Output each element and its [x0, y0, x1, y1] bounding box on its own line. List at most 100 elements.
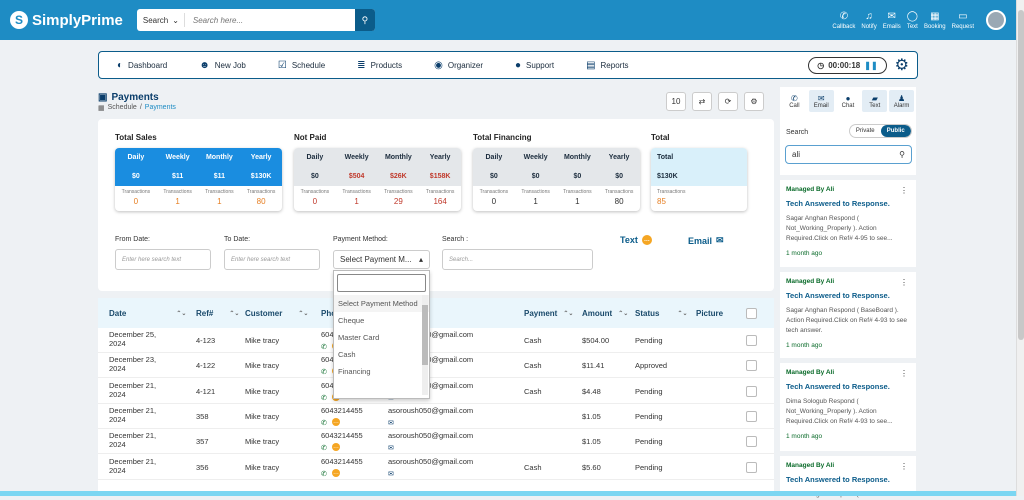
nav-support[interactable]: ● Support — [515, 60, 554, 71]
option-financing[interactable]: Financing — [334, 363, 429, 380]
mail-icon[interactable]: ✉ — [388, 444, 394, 452]
table-row[interactable]: December 21, 2024 358 Mike tracy 6043214455… — [98, 404, 774, 429]
notify-button[interactable]: ♫ Notify — [861, 12, 876, 31]
nav-dashboard[interactable]: ◐ Dashboard — [117, 60, 167, 71]
payment-method-select[interactable]: Select Payment M... ▴ — [333, 250, 430, 269]
select-all-checkbox[interactable] — [746, 308, 757, 319]
toggle-public[interactable]: Public — [880, 125, 911, 137]
cell-date: December 23, 2024 — [109, 355, 157, 374]
feed-item[interactable]: Managed By Ali ⋮ Tech Answered to Respon… — [780, 358, 916, 449]
tab-call[interactable]: ✆ Call — [782, 90, 807, 112]
phone-icon[interactable]: ✆ — [321, 419, 327, 427]
more-icon[interactable]: ⋮ — [900, 369, 908, 378]
cell-status: Pending — [635, 437, 663, 447]
session-timer[interactable]: ◷ 00:00:18 ❚❚ — [808, 56, 887, 74]
crumb-schedule[interactable]: Schedule — [108, 104, 137, 112]
row-checkbox[interactable] — [746, 461, 757, 473]
phone-icon[interactable]: ✆ — [321, 394, 327, 402]
page-size-button[interactable]: 10 — [666, 92, 686, 111]
nav-products[interactable]: ≣ Products — [357, 60, 402, 71]
dropdown-filter-input[interactable] — [337, 274, 426, 292]
row-checkbox[interactable] — [746, 385, 757, 397]
row-checkbox[interactable] — [746, 360, 757, 372]
brand-logo[interactable]: S SimplyPrime — [10, 11, 123, 29]
row-checkbox[interactable] — [746, 335, 757, 346]
phone-icon[interactable]: ✆ — [321, 343, 327, 351]
val-weekly: $504 — [348, 172, 365, 180]
settings-gear-icon[interactable]: ⚙ — [895, 55, 909, 75]
dropdown-scroll-thumb[interactable] — [422, 305, 428, 365]
table-row[interactable]: December 21, 2024 356 Mike tracy 6043214455… — [98, 455, 774, 480]
calendar-icon: ▦ — [930, 11, 940, 22]
col-payment[interactable]: Payment ⌃⌄ — [524, 309, 573, 318]
global-search-input[interactable] — [184, 15, 355, 25]
table-row[interactable]: December 21, 2024 357 Mike tracy 6043214455… — [98, 429, 774, 455]
toggle-private[interactable]: Private — [850, 125, 881, 137]
text-button[interactable]: ◯ Text — [907, 12, 918, 31]
option-select[interactable]: Select Payment Method — [334, 295, 429, 312]
more-icon[interactable]: ⋮ — [900, 186, 908, 195]
text-link[interactable]: Text… — [620, 235, 652, 245]
col-status[interactable]: Status ⌃⌄ — [635, 309, 688, 318]
more-icon[interactable]: ⋮ — [900, 278, 908, 287]
table-row[interactable]: December 25, 20244-123Mike tracy60432144… — [98, 328, 774, 353]
search-button[interactable]: ⚲ — [354, 9, 375, 31]
row-checkbox[interactable] — [746, 436, 757, 448]
refresh-icon: ⟳ — [724, 97, 732, 106]
search-icon[interactable]: ⚲ — [899, 150, 905, 159]
phone-icon[interactable]: ✆ — [321, 470, 327, 478]
col-ref[interactable]: Ref# ⌃⌄ — [196, 309, 239, 318]
right-search-input[interactable]: ali ⚲ — [785, 145, 912, 164]
scrollbar-thumb[interactable] — [1018, 10, 1024, 340]
nav-new-job[interactable]: ☻ New Job — [199, 60, 246, 71]
feed-item[interactable]: Managed By Ali ⋮ Tech Answered to Respon… — [780, 267, 916, 358]
emails-button[interactable]: ✉ Emails — [883, 12, 901, 31]
nav-reports[interactable]: ▤ Reports — [586, 60, 628, 71]
tab-chat[interactable]: ● Chat — [836, 90, 861, 112]
to-date-input[interactable]: Enter here search text — [224, 249, 320, 270]
sort-icon: ⌃⌄ — [563, 311, 574, 317]
nav-label: Dashboard — [128, 60, 168, 70]
col-amount[interactable]: Amount ⌃⌄ — [582, 309, 628, 318]
total-sales-panel: Daily Weekly Monthly Yearly $0 $11 $11 $130K T… — [115, 148, 282, 211]
mail-icon[interactable]: ✉ — [388, 419, 394, 427]
email-link[interactable]: Email ✉ — [688, 235, 724, 246]
dropdown-scrollbar[interactable] — [422, 295, 428, 395]
option-master-card[interactable]: Master Card — [334, 329, 429, 346]
cell-status: Pending — [635, 336, 663, 345]
phone-icon[interactable]: ✆ — [321, 444, 327, 452]
option-cheque[interactable]: Cheque — [334, 312, 429, 329]
booking-button[interactable]: ▦ Booking — [924, 11, 946, 31]
table-search-input[interactable]: Search... — [442, 249, 593, 270]
table-row[interactable]: December 21, 20244-121Mike tracy60432144… — [98, 379, 774, 404]
nav-schedule[interactable]: ☑ Schedule — [278, 60, 325, 71]
crumb-payments[interactable]: Payments — [145, 104, 176, 112]
tab-email[interactable]: ✉ Email — [808, 90, 834, 112]
table-row[interactable]: December 23, 20244-122Mike tracy60432144… — [98, 353, 774, 379]
table-settings-button[interactable]: ⚙ — [744, 92, 764, 111]
tab-alarm[interactable]: ♟ Alarm — [889, 90, 914, 112]
search-category-select[interactable]: Search ⌄ — [137, 13, 185, 27]
feed-manager: Managed By Ali — [786, 186, 835, 193]
row-checkbox[interactable] — [746, 410, 757, 422]
refresh-button[interactable]: ⟳ — [718, 92, 738, 111]
avatar[interactable] — [986, 10, 1006, 30]
callback-button[interactable]: ✆ Callback — [832, 12, 855, 31]
col-date[interactable]: Date ⌃⌄ — [109, 309, 186, 318]
transfer-button[interactable]: ⇄ — [692, 92, 712, 111]
tab-text[interactable]: ▰ Text — [862, 90, 888, 112]
from-date-input[interactable]: Enter here search text — [115, 249, 211, 270]
cell-ref: 356 — [196, 462, 209, 472]
nav-label: New Job — [214, 60, 246, 70]
phone-icon[interactable]: ✆ — [321, 368, 327, 376]
page-scrollbar[interactable] — [1016, 0, 1024, 496]
col-customer[interactable]: Customer ⌃⌄ — [245, 309, 308, 318]
more-icon[interactable]: ⋮ — [900, 462, 908, 471]
feed-item[interactable]: Managed By Ali ⋮ Tech Answered to Respon… — [780, 175, 916, 266]
feed-manager: Managed By Ali — [786, 462, 835, 469]
feed-item[interactable]: Managed By Ali ⋮ Tech Answered to Respon… — [780, 451, 916, 498]
nav-organizer[interactable]: ◉ Organizer — [434, 60, 483, 71]
request-button[interactable]: ▭ Request — [952, 12, 974, 31]
option-cash[interactable]: Cash — [334, 346, 429, 363]
mail-icon[interactable]: ✉ — [388, 470, 394, 478]
